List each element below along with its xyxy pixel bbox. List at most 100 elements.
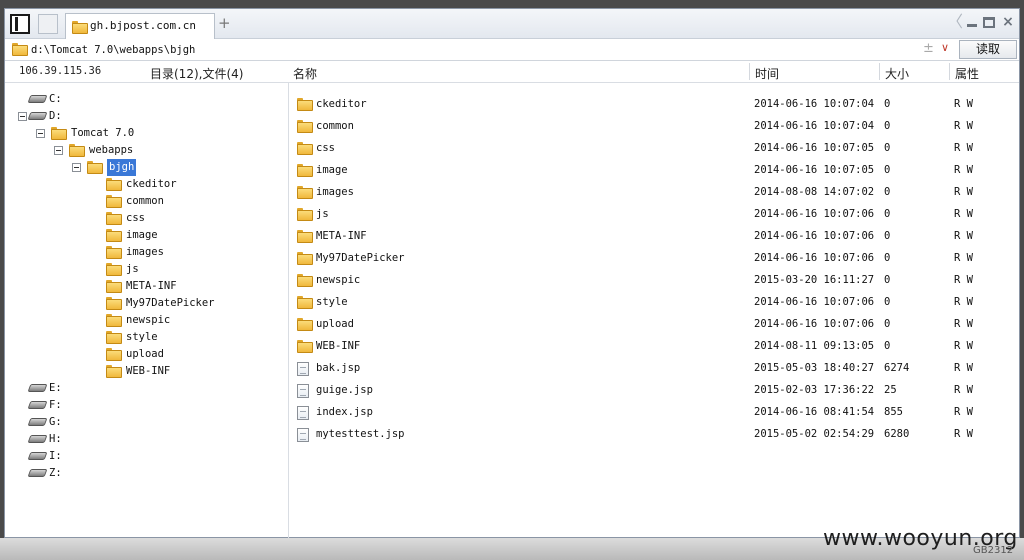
blank-tab-button[interactable] (38, 14, 58, 34)
folder-icon (106, 229, 122, 242)
file-name: mytesttest.jsp (316, 428, 405, 440)
column-size-header[interactable]: 大小 (885, 65, 909, 82)
tree-folder[interactable]: image (106, 227, 158, 244)
file-attr: R W (954, 406, 973, 418)
file-attr: R W (954, 120, 973, 132)
file-name: ckeditor (316, 98, 367, 110)
file-attr: R W (954, 252, 973, 264)
file-attr: R W (954, 142, 973, 154)
collapse-toggle[interactable] (36, 129, 45, 138)
tree-label: ckeditor (126, 178, 177, 190)
new-tab-button[interactable]: + (218, 16, 231, 31)
tree-folder[interactable]: css (106, 210, 145, 227)
folder-row[interactable]: ckeditor 2014-06-16 10:07:04 0 R W (290, 94, 1020, 116)
file-name: WEB-INF (316, 340, 361, 352)
file-row[interactable]: index.jsp 2014-06-16 08:41:54 855 R W (290, 402, 1020, 424)
file-row[interactable]: mytesttest.jsp 2015-05-02 02:54:29 6280 R W (290, 424, 1020, 446)
folder-icon (12, 43, 28, 56)
folder-icon (106, 348, 122, 361)
file-icon (297, 384, 309, 398)
file-size: 0 (884, 98, 891, 110)
file-time: 2015-05-03 18:40:27 (754, 362, 875, 374)
file-size: 0 (884, 296, 891, 308)
read-button[interactable]: 读取 (959, 40, 1017, 59)
back-arrow-icon[interactable]: 〈 (947, 14, 963, 30)
file-time: 2015-02-03 17:36:22 (754, 384, 875, 396)
folder-icon (297, 164, 313, 177)
collapse-toggle[interactable] (72, 163, 81, 172)
tree-label: My97DatePicker (126, 297, 215, 309)
folder-icon (297, 208, 313, 221)
column-name-header[interactable]: 名称 (293, 65, 317, 82)
tab-active[interactable]: gh.bjpost.com.cn (65, 13, 215, 39)
plus-minus-icon[interactable]: ± (923, 41, 934, 56)
file-attr: R W (954, 428, 973, 440)
tree-folder[interactable]: Tomcat 7.0 (51, 125, 134, 142)
tree-label: WEB-INF (126, 365, 171, 377)
folder-row[interactable]: newspic 2015-03-20 16:11:27 0 R W (290, 270, 1020, 292)
tree-folder[interactable]: js (106, 261, 139, 278)
file-size: 0 (884, 164, 891, 176)
column-divider[interactable] (749, 63, 750, 80)
file-size: 0 (884, 186, 891, 198)
file-row[interactable]: guige.jsp 2015-02-03 17:36:22 25 R W (290, 380, 1020, 402)
column-divider[interactable] (879, 63, 880, 80)
window-controls: 〈 × (947, 14, 1015, 30)
tree-label: G: (49, 416, 62, 428)
tree-folder[interactable]: images (106, 244, 164, 261)
tree-label: js (126, 263, 139, 275)
column-divider[interactable] (949, 63, 950, 80)
file-time: 2014-06-16 10:07:04 (754, 98, 875, 110)
file-attr: R W (954, 296, 973, 308)
file-size: 6280 (884, 428, 910, 440)
folder-row[interactable]: My97DatePicker 2014-06-16 10:07:06 0 R W (290, 248, 1020, 270)
file-row[interactable]: bak.jsp 2015-05-03 18:40:27 6274 R W (290, 358, 1020, 380)
tree-folder[interactable]: WEB-INF (106, 363, 170, 380)
folder-row[interactable]: upload 2014-06-16 10:07:06 0 R W (290, 314, 1020, 336)
tree-folder[interactable]: newspic (106, 312, 170, 329)
tree-folder[interactable]: upload (106, 346, 164, 363)
tree-label: META-INF (126, 280, 177, 292)
collapse-toggle[interactable] (54, 146, 63, 155)
folder-icon (297, 296, 313, 309)
folder-icon (106, 212, 122, 225)
close-icon[interactable]: × (1001, 15, 1015, 29)
folder-icon (297, 274, 313, 287)
toggle-panel-button[interactable] (10, 14, 30, 34)
column-attr-header[interactable]: 属性 (955, 65, 979, 82)
tree-folder[interactable]: META-INF (106, 278, 177, 295)
folder-row[interactable]: style 2014-06-16 10:07:06 0 R W (290, 292, 1020, 314)
tree-folder[interactable]: style (106, 329, 158, 346)
file-name: index.jsp (316, 406, 373, 418)
column-time-header[interactable]: 时间 (755, 65, 779, 82)
folder-row[interactable]: css 2014-06-16 10:07:05 0 R W (290, 138, 1020, 160)
folder-row[interactable]: common 2014-06-16 10:07:04 0 R W (290, 116, 1020, 138)
folder-row[interactable]: js 2014-06-16 10:07:06 0 R W (290, 204, 1020, 226)
folder-row[interactable]: WEB-INF 2014-08-11 09:13:05 0 R W (290, 336, 1020, 358)
directory-tree: C: D: Tomcat 7.0 webapps bjgh ckeditor common c… (5, 83, 289, 538)
maximize-icon[interactable] (983, 16, 995, 28)
tree-label: I: (49, 450, 62, 462)
file-manager-window: gh.bjpost.com.cn + 〈 × ± ∨ 读取 106.39.115… (4, 8, 1020, 556)
file-size: 0 (884, 142, 891, 154)
file-name: js (316, 208, 329, 220)
collapse-toggle[interactable] (18, 112, 27, 121)
tree-label: E: (49, 382, 62, 394)
folder-icon (297, 252, 313, 265)
folder-row[interactable]: images 2014-08-08 14:07:02 0 R W (290, 182, 1020, 204)
folder-icon (106, 365, 122, 378)
tree-folder[interactable]: common (106, 193, 164, 210)
folder-row[interactable]: META-INF 2014-06-16 10:07:06 0 R W (290, 226, 1020, 248)
file-name: My97DatePicker (316, 252, 405, 264)
chevron-down-icon[interactable]: ∨ (941, 41, 949, 54)
minimize-icon[interactable] (967, 23, 977, 27)
file-attr: R W (954, 208, 973, 220)
tree-label: upload (126, 348, 164, 360)
folder-row[interactable]: image 2014-06-16 10:07:05 0 R W (290, 160, 1020, 182)
tree-folder[interactable]: webapps (69, 142, 133, 159)
tree-folder[interactable]: ckeditor (106, 176, 177, 193)
tree-label: bjgh (107, 159, 137, 176)
path-input[interactable] (31, 41, 931, 59)
tree-folder-selected[interactable]: bjgh (87, 159, 137, 176)
tree-folder[interactable]: My97DatePicker (106, 295, 215, 312)
